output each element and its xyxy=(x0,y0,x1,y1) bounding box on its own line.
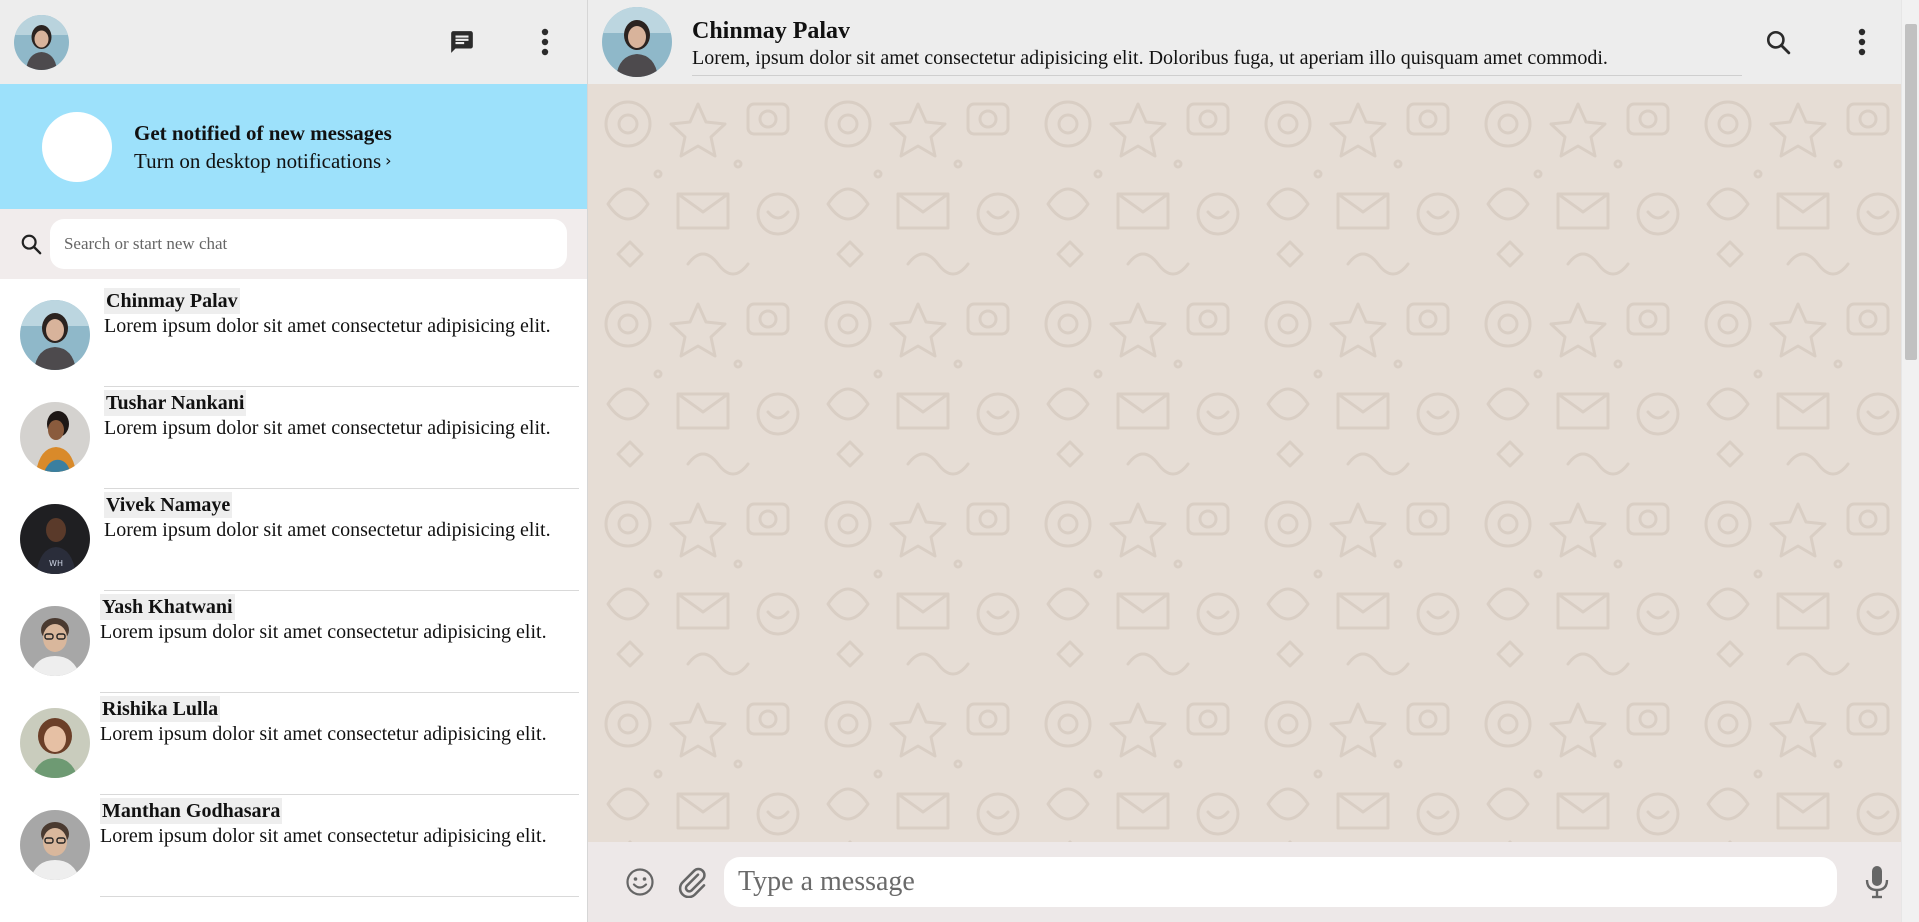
chat-list-item[interactable]: Tushar Nankani Lorem ipsum dolor sit ame… xyxy=(0,387,587,489)
sidebar-header xyxy=(0,0,587,84)
notification-title: Get notified of new messages xyxy=(134,120,392,145)
mic-icon[interactable] xyxy=(1859,864,1895,900)
sidebar: Get notified of new messages Turn on des… xyxy=(0,0,588,922)
message-composer xyxy=(588,842,1919,922)
contact-status: Lorem, ipsum dolor sit amet consectetur … xyxy=(692,46,1608,69)
chat-preview: Tushar Nankani Lorem ipsum dolor sit ame… xyxy=(104,387,579,489)
chat-preview: Vivek Namaye Lorem ipsum dolor sit amet … xyxy=(104,489,579,591)
chat-last-message: Lorem ipsum dolor sit amet consectetur a… xyxy=(100,621,547,643)
avatar xyxy=(20,708,90,778)
chat-name: Rishika Lulla xyxy=(100,696,221,722)
chat-last-message: Lorem ipsum dolor sit amet consectetur a… xyxy=(104,417,551,439)
chevron-right-icon: › xyxy=(385,150,392,170)
contact-info[interactable]: Chinmay Palav Lorem, ipsum dolor sit ame… xyxy=(692,17,1742,76)
chat-name: Yash Khatwani xyxy=(100,594,235,620)
chat-list-item[interactable]: Rishika Lulla Lorem ipsum dolor sit amet… xyxy=(0,693,587,795)
chat-name: Tushar Nankani xyxy=(104,390,247,416)
chat-last-message: Lorem ipsum dolor sit amet consectetur a… xyxy=(100,825,547,847)
my-avatar[interactable] xyxy=(14,14,69,70)
chat-name: Vivek Namaye xyxy=(104,492,233,518)
message-input[interactable] xyxy=(724,857,1837,907)
message-area xyxy=(588,84,1919,842)
scrollbar-thumb[interactable] xyxy=(1905,24,1917,360)
chat-list: Chinmay Palav Lorem ipsum dolor sit amet… xyxy=(0,279,587,922)
notification-icon xyxy=(42,111,112,182)
avatar xyxy=(20,300,90,370)
chat-preview: Manthan Godhasara Lorem ipsum dolor sit … xyxy=(100,795,579,897)
notification-banner[interactable]: Get notified of new messages Turn on des… xyxy=(0,84,587,209)
avatar xyxy=(20,810,90,880)
menu-dots-icon[interactable] xyxy=(1842,22,1882,62)
notification-text: Get notified of new messages Turn on des… xyxy=(134,119,392,175)
emoji-icon[interactable] xyxy=(622,864,658,900)
chat-wallpaper xyxy=(588,84,1919,842)
avatar: WH xyxy=(20,504,90,574)
chat-last-message: Lorem ipsum dolor sit amet consectetur a… xyxy=(104,315,551,337)
chat-list-item[interactable]: Yash Khatwani Lorem ipsum dolor sit amet… xyxy=(0,591,587,693)
svg-text:WH: WH xyxy=(49,559,63,568)
avatar xyxy=(20,402,90,472)
search-icon[interactable] xyxy=(1758,22,1798,62)
search-icon xyxy=(20,233,50,255)
contact-name: Chinmay Palav xyxy=(692,17,851,44)
chat-preview: Yash Khatwani Lorem ipsum dolor sit amet… xyxy=(100,591,579,693)
chat-list-item[interactable]: WH Vivek Namaye Lorem ipsum dolor sit am… xyxy=(0,489,587,591)
avatar xyxy=(20,606,90,676)
conversation-header: Chinmay Palav Lorem, ipsum dolor sit ame… xyxy=(588,0,1919,84)
chat-list-item[interactable]: Manthan Godhasara Lorem ipsum dolor sit … xyxy=(0,795,587,897)
attach-icon[interactable] xyxy=(674,864,710,900)
search-bar xyxy=(0,209,587,279)
chat-last-message: Lorem ipsum dolor sit amet consectetur a… xyxy=(100,723,547,745)
menu-dots-icon[interactable] xyxy=(525,22,565,62)
chat-name: Chinmay Palav xyxy=(104,288,240,314)
notification-subtitle: Turn on desktop notifications xyxy=(134,148,382,173)
page-scrollbar[interactable] xyxy=(1901,0,1919,922)
app-window: Get notified of new messages Turn on des… xyxy=(0,0,1919,922)
chat-last-message: Lorem ipsum dolor sit amet consectetur a… xyxy=(104,519,551,541)
search-input[interactable] xyxy=(49,219,567,269)
chat-preview: Rishika Lulla Lorem ipsum dolor sit amet… xyxy=(100,693,579,795)
new-chat-icon[interactable] xyxy=(442,22,482,62)
chat-list-item[interactable]: Chinmay Palav Lorem ipsum dolor sit amet… xyxy=(0,285,587,387)
chat-preview: Chinmay Palav Lorem ipsum dolor sit amet… xyxy=(104,285,579,387)
conversation-pane: Chinmay Palav Lorem, ipsum dolor sit ame… xyxy=(588,0,1919,922)
contact-avatar[interactable] xyxy=(602,7,672,77)
notification-link[interactable]: Turn on desktop notifications › xyxy=(134,147,392,175)
chat-name: Manthan Godhasara xyxy=(100,798,283,824)
